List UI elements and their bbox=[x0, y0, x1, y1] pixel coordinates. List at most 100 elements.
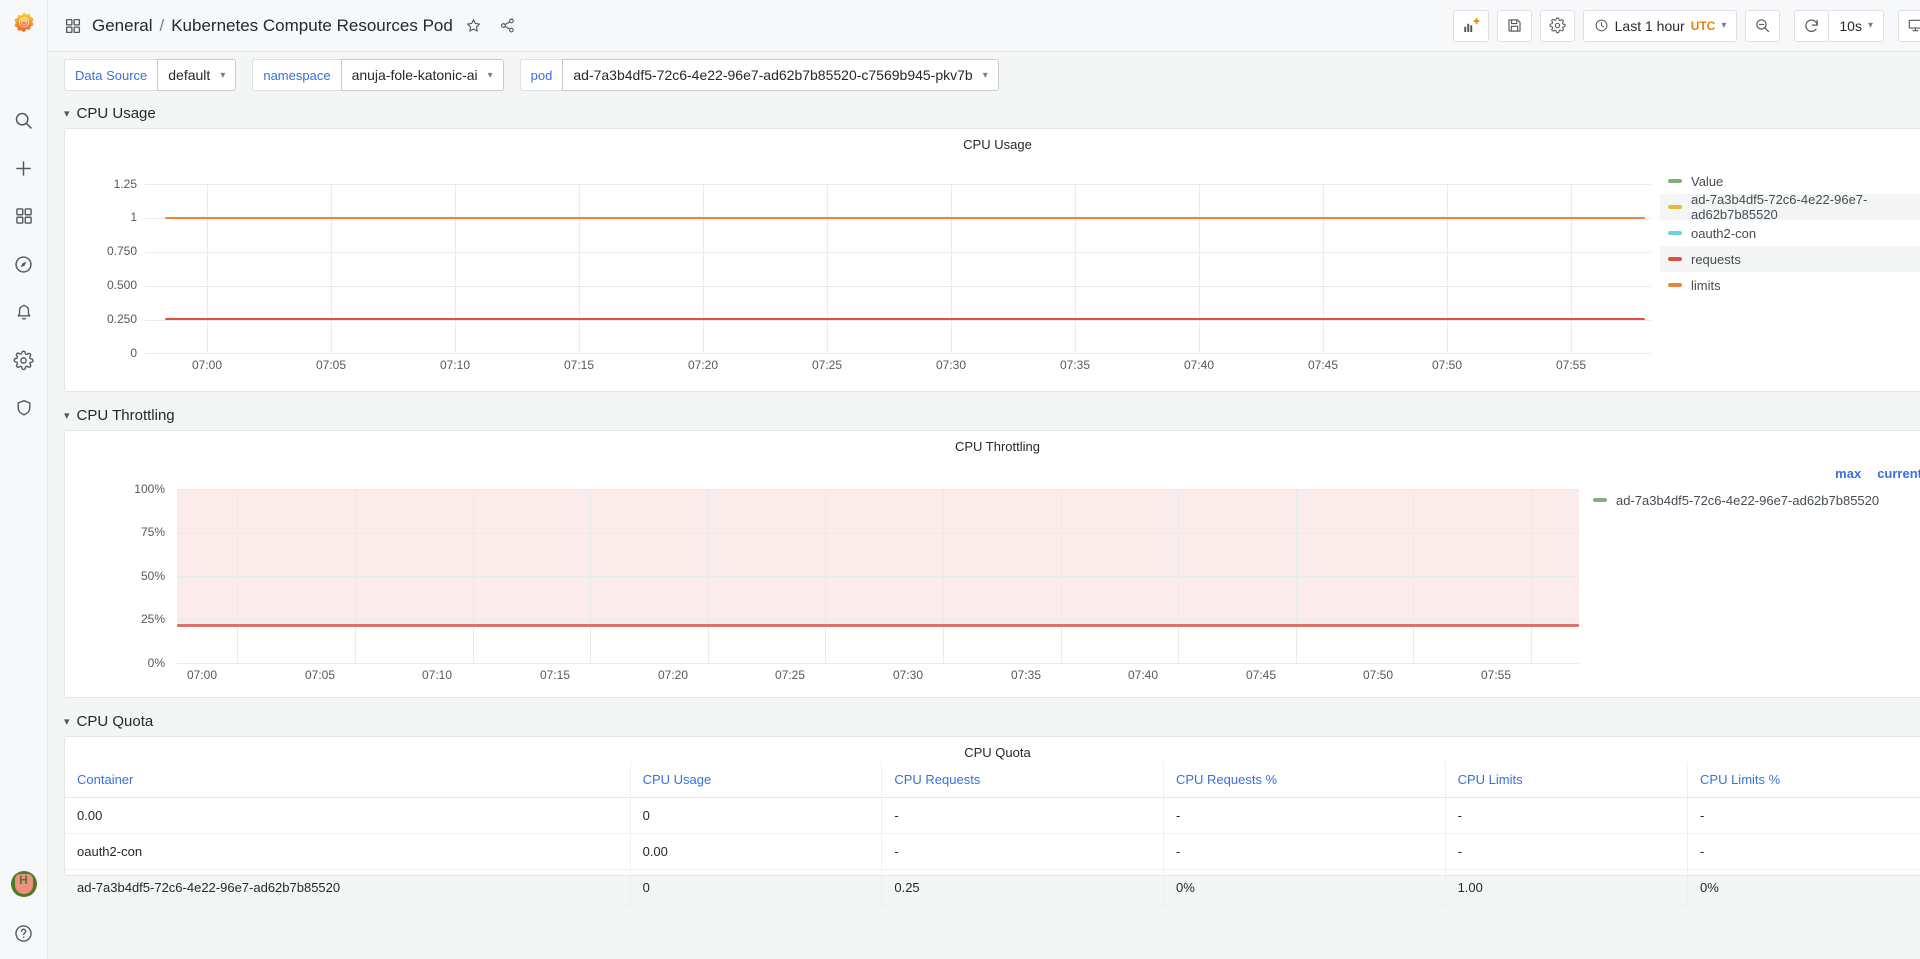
table-row[interactable]: 0.00 0 - - - - bbox=[65, 797, 1920, 834]
table-cpu-quota: Container CPU Usage CPU Requests CPU Req… bbox=[65, 762, 1920, 906]
table-header-row: Container CPU Usage CPU Requests CPU Req… bbox=[65, 762, 1920, 798]
sidebar-item-help[interactable] bbox=[0, 907, 48, 959]
gridline bbox=[579, 184, 580, 354]
column-header-cpu-requests[interactable]: CPU Requests bbox=[881, 762, 1164, 798]
legend-item[interactable]: limits bbox=[1660, 272, 1920, 298]
cell-cpu-limits-pct: 0% bbox=[1687, 869, 1920, 906]
sidebar-item-server-admin[interactable] bbox=[0, 384, 48, 432]
plot-area[interactable]: 1.25 1 0.750 0.500 0.250 0 07:00 07:05 0… bbox=[65, 154, 1660, 386]
avatar[interactable] bbox=[10, 871, 37, 897]
panel-cpu-throttling: CPU Throttling 100% 75% 50% 25% 0% 07:00… bbox=[64, 430, 1920, 698]
x-tick-label: 07:35 bbox=[1059, 358, 1091, 372]
tv-mode-button[interactable] bbox=[1898, 9, 1920, 42]
row-title: CPU Usage bbox=[76, 104, 156, 122]
variable-value-dropdown[interactable]: default ▾ bbox=[157, 59, 237, 91]
variable-value: default bbox=[168, 67, 211, 83]
column-header-cpu-limits[interactable]: CPU Limits bbox=[1445, 762, 1689, 798]
sidebar-item-dashboards[interactable] bbox=[0, 192, 48, 240]
cell-cpu-limits: - bbox=[1445, 797, 1689, 834]
y-tick-label: 0% bbox=[147, 656, 165, 670]
clock-icon bbox=[1594, 18, 1609, 33]
cell-cpu-limits: - bbox=[1445, 833, 1689, 870]
row-title: CPU Quota bbox=[76, 712, 154, 730]
row-header-cpu-throttling[interactable]: ▾ CPU Throttling bbox=[64, 400, 1920, 430]
x-tick-label: 07:50 bbox=[1362, 668, 1394, 682]
legend-label: oauth2-con bbox=[1691, 225, 1757, 241]
legend-color-swatch bbox=[1668, 257, 1682, 261]
y-tick-label: 0.500 bbox=[106, 278, 137, 292]
x-tick-label: 07:10 bbox=[421, 668, 453, 682]
gridline bbox=[473, 489, 474, 663]
gridline bbox=[145, 184, 1651, 185]
sidebar-item-create[interactable] bbox=[0, 144, 48, 192]
column-header-cpu-usage[interactable]: CPU Usage bbox=[630, 762, 883, 798]
time-range-label: Last 1 hour bbox=[1614, 17, 1685, 34]
legend-item[interactable]: ad-7a3b4df5-72c6-4e22-96e7-ad62b7b85520 bbox=[1585, 487, 1920, 513]
star-icon[interactable] bbox=[461, 13, 487, 39]
graph-cpu-throttling: 100% 75% 50% 25% 0% 07:00 07:05 07:10 07… bbox=[65, 456, 1920, 692]
sidebar-item-configuration[interactable] bbox=[0, 336, 48, 384]
gridline bbox=[1323, 184, 1324, 354]
legend-item[interactable]: requests bbox=[1660, 246, 1920, 272]
sidebar-item-explore[interactable] bbox=[0, 240, 48, 288]
cell-container: ad-7a3b4df5-72c6-4e22-96e7-ad62b7b85520 bbox=[65, 869, 631, 906]
column-header-cpu-limits-pct[interactable]: CPU Limits % bbox=[1687, 762, 1920, 798]
row-header-cpu-quota[interactable]: ▾ CPU Quota bbox=[64, 706, 1920, 736]
page-title[interactable]: Kubernetes Compute Resources Pod bbox=[171, 16, 453, 36]
legend-column-max[interactable]: max bbox=[1835, 466, 1861, 481]
x-tick-label: 07:15 bbox=[539, 668, 571, 682]
gridline bbox=[331, 184, 332, 354]
time-range-picker[interactable]: Last 1 hour UTC ▾ bbox=[1582, 9, 1738, 42]
legend-item[interactable]: oauth2-con bbox=[1660, 220, 1920, 246]
zoom-out-button[interactable] bbox=[1745, 9, 1781, 42]
legend-item[interactable]: ad-7a3b4df5-72c6-4e22-96e7-ad62b7b85520 bbox=[1660, 192, 1920, 222]
refresh-interval-picker[interactable]: 10s ▾ bbox=[1829, 9, 1884, 42]
cell-cpu-usage: 0 bbox=[630, 869, 883, 906]
save-dashboard-button[interactable] bbox=[1496, 9, 1532, 42]
x-tick-label: 07:35 bbox=[1010, 668, 1042, 682]
plot-area[interactable]: 100% 75% 50% 25% 0% 07:00 07:05 07:10 07… bbox=[65, 456, 1585, 692]
variable-datasource: Data Source default ▾ bbox=[64, 59, 237, 91]
gridline bbox=[177, 620, 1579, 621]
table-row[interactable]: oauth2-con 0.00 - - - - bbox=[65, 833, 1920, 870]
user-avatar-row[interactable] bbox=[10, 861, 37, 907]
y-tick-label: 1 bbox=[130, 210, 137, 224]
sidebar-item-search[interactable] bbox=[0, 96, 48, 144]
dashboard-settings-button[interactable] bbox=[1539, 9, 1575, 42]
cell-container: 0.00 bbox=[65, 797, 631, 834]
legend-item[interactable]: Value bbox=[1660, 168, 1920, 194]
chevron-down-icon: ▾ bbox=[982, 69, 988, 81]
column-header-cpu-requests-pct[interactable]: CPU Requests % bbox=[1163, 762, 1446, 798]
y-tick-label: 0.250 bbox=[106, 312, 137, 326]
x-tick-label: 07:05 bbox=[315, 358, 347, 372]
grafana-logo[interactable] bbox=[0, 0, 48, 48]
sidebar-item-alerting[interactable] bbox=[0, 288, 48, 336]
variable-label: pod bbox=[519, 59, 563, 91]
breadcrumb-folder[interactable]: General bbox=[92, 16, 152, 36]
x-tick-label: 07:20 bbox=[687, 358, 719, 372]
x-tick-label: 07:55 bbox=[1480, 668, 1512, 682]
cell-container: oauth2-con bbox=[65, 833, 631, 870]
panel-title: CPU Throttling bbox=[954, 439, 1040, 454]
x-tick-label: 07:55 bbox=[1555, 358, 1587, 372]
gridline bbox=[455, 184, 456, 354]
add-panel-button[interactable] bbox=[1452, 9, 1489, 42]
x-tick-label: 07:40 bbox=[1183, 358, 1215, 372]
x-tick-label: 07:45 bbox=[1307, 358, 1339, 372]
time-range-timezone: UTC bbox=[1690, 18, 1716, 33]
refresh-button[interactable] bbox=[1794, 9, 1830, 42]
column-header-container[interactable]: Container bbox=[65, 762, 631, 798]
y-tick-label: 1.25 bbox=[113, 177, 137, 191]
breadcrumb: General / Kubernetes Compute Resources P… bbox=[92, 16, 453, 36]
legend-label: limits bbox=[1691, 277, 1721, 293]
legend-label: Value bbox=[1691, 173, 1724, 189]
legend-column-current[interactable]: current bbox=[1877, 466, 1920, 481]
chevron-down-icon: ▾ bbox=[64, 107, 70, 120]
x-tick-label: 07:40 bbox=[1127, 668, 1159, 682]
panel-cpu-quota: CPU Quota Container CPU Usage CPU Reques… bbox=[64, 736, 1920, 906]
share-icon[interactable] bbox=[495, 13, 521, 39]
row-header-cpu-usage[interactable]: ▾ CPU Usage bbox=[64, 98, 1920, 128]
table-row[interactable]: ad-7a3b4df5-72c6-4e22-96e7-ad62b7b85520 … bbox=[65, 869, 1920, 906]
variable-value-dropdown[interactable]: anuja-fole-katonic-ai ▾ bbox=[340, 59, 504, 91]
variable-value-dropdown[interactable]: ad-7a3b4df5-72c6-4e22-96e7-ad62b7b85520-… bbox=[562, 59, 999, 91]
